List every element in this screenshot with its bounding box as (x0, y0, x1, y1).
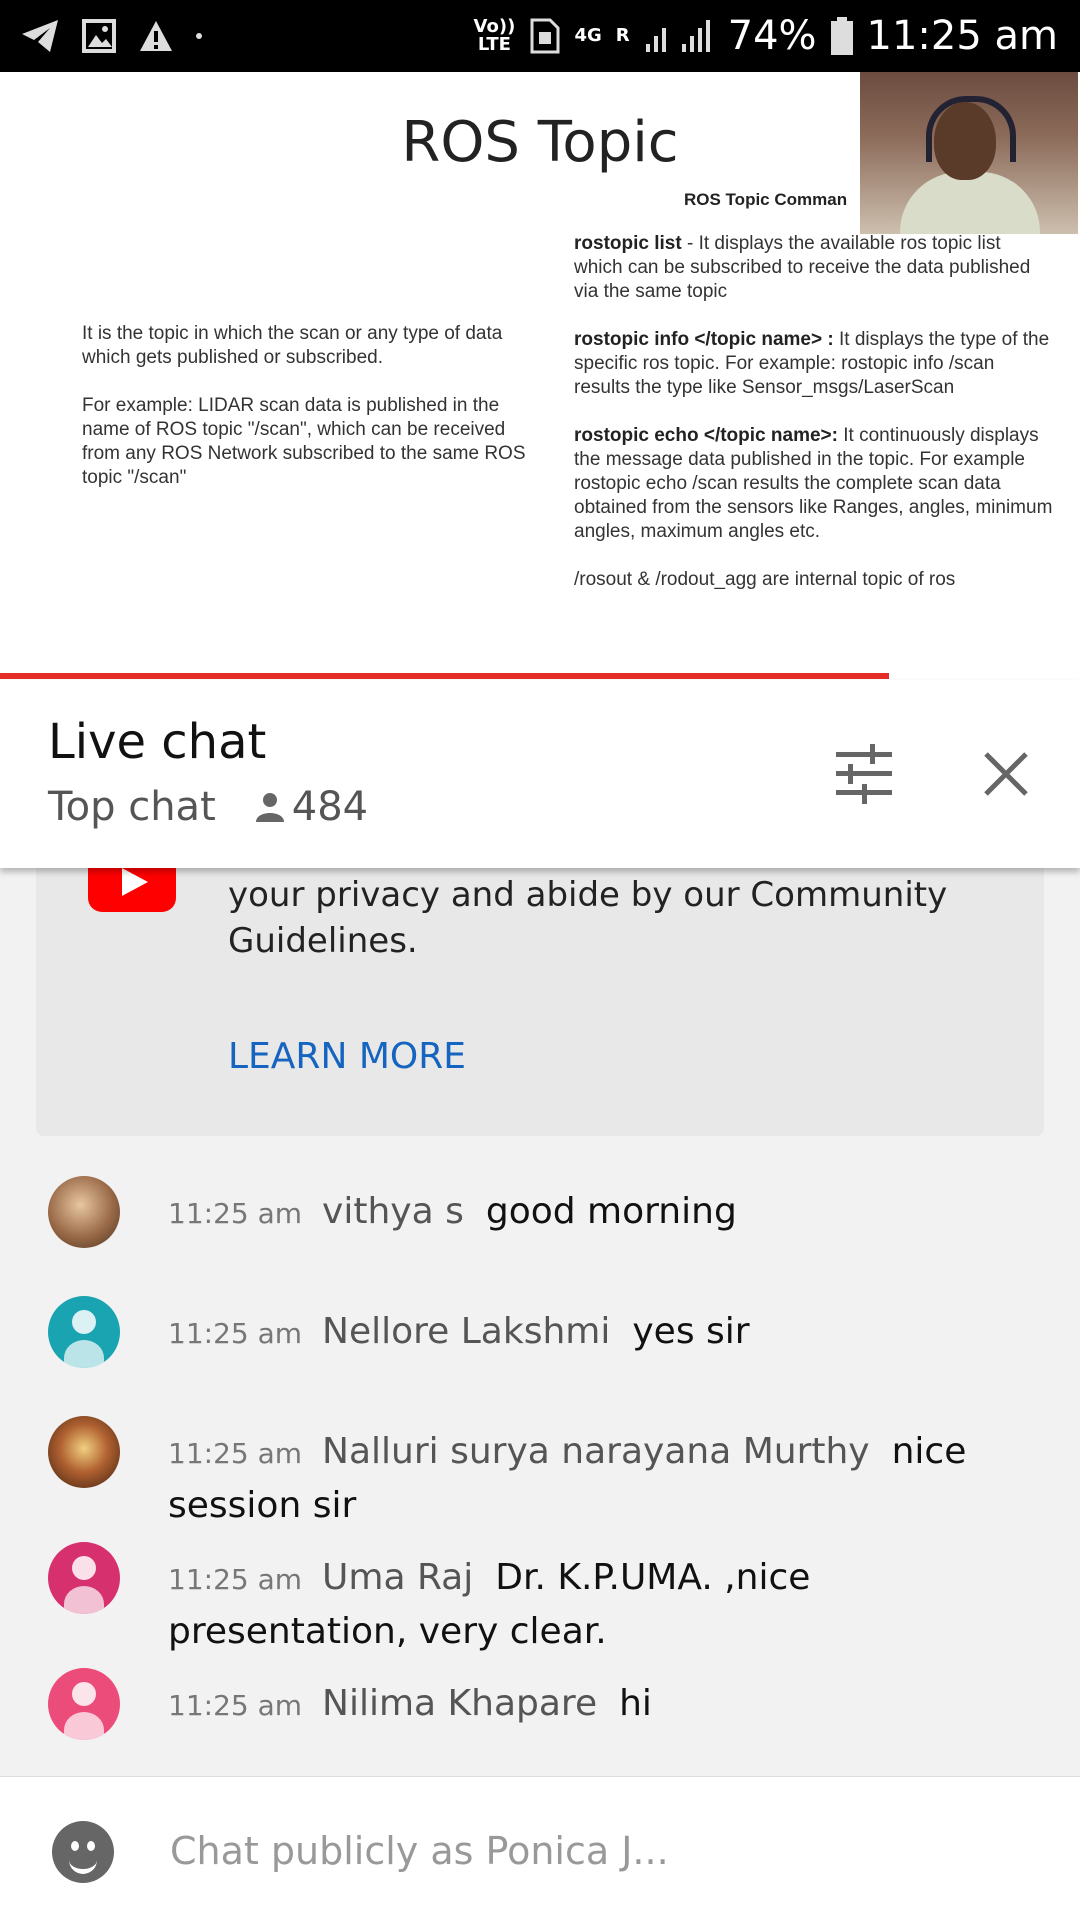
slide-paragraph: For example: LIDAR scan data is publishe… (82, 395, 526, 488)
slide-command-item: rostopic list - It displays the availabl… (574, 232, 1054, 304)
status-time: 11:25 am (866, 13, 1058, 59)
message-time: 11:25 am (168, 1437, 303, 1470)
message-body: 11:25 am vithya s good morning (168, 1186, 1028, 1240)
welcome-message: Welcome to live chat! Remember to guard … (228, 852, 950, 961)
avatar[interactable] (48, 1668, 120, 1740)
message-time: 11:25 am (168, 1317, 303, 1350)
command-name: rostopic list (574, 233, 682, 254)
message-author[interactable]: Uma Raj (322, 1557, 473, 1598)
message-body: 11:25 am Uma Raj Dr. K.P.UMA. ,nice presen… (168, 1552, 1028, 1658)
sim-card-icon (530, 18, 560, 54)
viewer-count: 484 (255, 784, 369, 830)
slide-command-item: rostopic info </topic name> : It display… (574, 328, 1054, 400)
welcome-card: Welcome to live chat! Remember to guard … (36, 852, 1044, 1136)
network-type-label: 4G (574, 25, 602, 46)
status-bar: Vo)) LTE 4G R 74% 11:25 am (0, 0, 1080, 72)
slide-command-item: rostopic echo </topic name>: It continuo… (574, 424, 1054, 544)
roaming-label: R (615, 25, 630, 46)
live-chat-header: Live chat Top chat 484 (0, 680, 1080, 868)
battery-percent: 74% (727, 13, 817, 59)
person-icon (255, 793, 284, 822)
avatar[interactable] (48, 1296, 120, 1368)
sliders-icon (836, 744, 892, 804)
chat-message-input[interactable] (168, 1817, 1032, 1885)
slide-command-item: /rosout & /rodout_agg are internal topic… (574, 568, 1054, 592)
command-name: rostopic info </topic name> : (574, 329, 834, 350)
avatar[interactable] (48, 1542, 120, 1614)
battery-icon (830, 17, 853, 55)
close-icon (984, 752, 1028, 796)
message-time: 11:25 am (168, 1197, 303, 1230)
video-progress-bar[interactable] (0, 673, 1080, 679)
message-author[interactable]: vithya s (322, 1191, 464, 1232)
command-desc: /rosout & /rodout_agg are internal topic… (574, 569, 956, 590)
viewer-count-value: 484 (291, 784, 369, 830)
signal-strength-icon (645, 20, 710, 52)
avatar[interactable] (48, 1416, 120, 1488)
chat-filter-button[interactable] (832, 744, 896, 804)
status-right-icons: Vo)) LTE 4G R 74% 11:25 am (472, 13, 1080, 59)
live-chat-title: Live chat (48, 714, 267, 770)
emoji-button[interactable] (52, 1821, 114, 1883)
slide-paragraph: It is the topic in which the scan or any… (82, 323, 503, 368)
message-time: 11:25 am (168, 1689, 303, 1722)
telegram-icon (22, 20, 58, 52)
message-text: good morning (485, 1191, 737, 1232)
chat-mode-selector[interactable]: Top chat (48, 784, 216, 830)
status-left-icons (0, 18, 202, 54)
chat-input-bar (0, 1776, 1080, 1921)
command-name: rostopic echo </topic name>: (574, 425, 838, 446)
message-text: hi (619, 1683, 652, 1724)
chat-mode-row: Top chat 484 (48, 784, 368, 830)
smiley-icon (71, 1841, 79, 1851)
slide-right-column: rostopic list - It displays the availabl… (574, 232, 1054, 616)
message-body: 11:25 am Nalluri surya narayana Murthy nic… (168, 1426, 1028, 1532)
volte-label: Vo)) LTE (473, 16, 516, 55)
message-body: 11:25 am Nellore Lakshmi yes sir (168, 1306, 1028, 1360)
presenter-webcam (860, 72, 1078, 234)
message-author[interactable]: Nilima Khapare (322, 1683, 597, 1724)
learn-more-link[interactable]: LEARN MORE (228, 1036, 466, 1077)
slide-subhead: ROS Topic Comman (684, 190, 848, 209)
notification-dot-icon (196, 33, 202, 39)
gallery-icon (82, 19, 116, 53)
video-progress-fill (0, 673, 889, 679)
video-player[interactable]: ROS Topic ROS Topic Comman It is the top… (0, 72, 1080, 680)
close-chat-button[interactable] (982, 750, 1030, 798)
message-author[interactable]: Nellore Lakshmi (322, 1311, 610, 1352)
slide-left-column: It is the topic in which the scan or any… (82, 322, 542, 514)
message-body: 11:25 am Nilima Khapare hi (168, 1678, 1028, 1732)
warning-icon (140, 21, 172, 51)
message-text: yes sir (632, 1311, 750, 1352)
avatar[interactable] (48, 1176, 120, 1248)
message-author[interactable]: Nalluri surya narayana Murthy (322, 1431, 870, 1472)
message-time: 11:25 am (168, 1563, 303, 1596)
